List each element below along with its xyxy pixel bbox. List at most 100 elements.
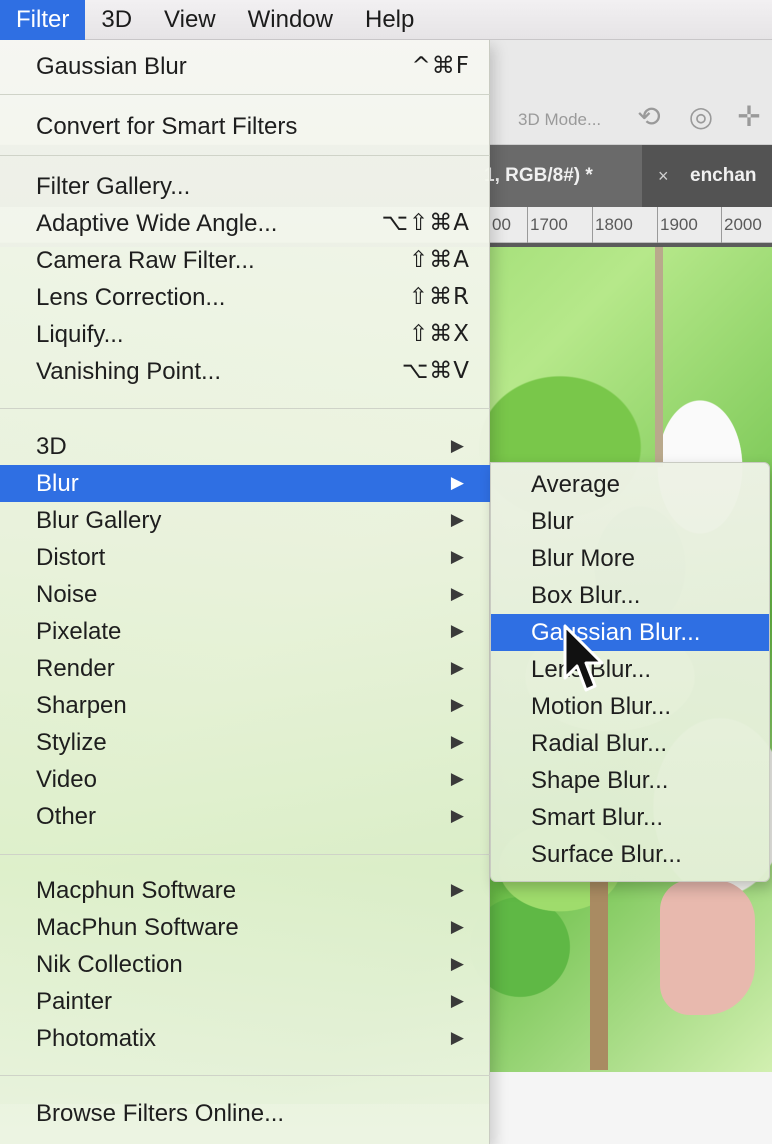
- submenu-arrow-icon: ▶: [450, 436, 464, 456]
- menu-item-label: Distort: [36, 544, 106, 571]
- submenu-item-radial-blur[interactable]: Radial Blur...: [491, 725, 769, 762]
- menu-item-label: Box Blur...: [531, 582, 641, 609]
- menu-item-sharpen[interactable]: Sharpen ▶: [0, 687, 490, 724]
- menu-separator: [0, 94, 490, 95]
- menubar-view[interactable]: View: [148, 0, 232, 40]
- menu-item-label: Gaussian Blur...: [531, 619, 701, 646]
- menu-item-convert-smart-filters[interactable]: Convert for Smart Filters: [0, 108, 490, 145]
- blur-submenu: Average Blur Blur More Box Blur... Gauss…: [490, 462, 770, 882]
- menu-item-video[interactable]: Video ▶: [0, 761, 490, 798]
- menu-item-macphun-software[interactable]: Macphun Software ▶: [0, 872, 490, 909]
- menu-item-lens-correction[interactable]: Lens Correction... ⇧⌘R: [0, 279, 490, 316]
- ruler-tick: 1800: [592, 207, 633, 243]
- menu-item-blur[interactable]: Blur ▶: [0, 465, 490, 502]
- menu-item-last-filter[interactable]: Gaussian Blur ^⌘F: [0, 48, 490, 85]
- menu-item-label: Lens Correction...: [36, 284, 226, 311]
- document-tab-enchanted[interactable]: enchan: [690, 145, 757, 207]
- submenu-arrow-icon: ▶: [450, 1028, 464, 1048]
- menu-item-adaptive-wide-angle[interactable]: Adaptive Wide Angle... ⌥⇧⌘A: [0, 205, 490, 242]
- document-tab-active[interactable]: 1, RGB/8#) *: [470, 145, 642, 207]
- menu-item-label: Pixelate: [36, 618, 122, 645]
- menu-item-distort[interactable]: Distort ▶: [0, 539, 490, 576]
- submenu-item-surface-blur[interactable]: Surface Blur...: [491, 836, 769, 873]
- menu-item-label: Filter Gallery...: [36, 173, 191, 200]
- menu-item-label: Average: [531, 471, 620, 498]
- submenu-item-motion-blur[interactable]: Motion Blur...: [491, 688, 769, 725]
- menu-bar: Filter 3D View Window Help: [0, 0, 772, 40]
- menu-separator: [0, 155, 490, 156]
- pan-icon[interactable]: ✛: [732, 100, 766, 134]
- submenu-item-average[interactable]: Average: [491, 466, 769, 503]
- menu-item-label: Macphun Software: [36, 877, 237, 904]
- menu-item-label: Blur More: [531, 545, 636, 572]
- ruler-tick: 00: [489, 207, 511, 243]
- menu-item-painter[interactable]: Painter ▶: [0, 983, 490, 1020]
- photo-figure: [660, 880, 755, 1015]
- menu-item-liquify[interactable]: Liquify... ⇧⌘X: [0, 316, 490, 353]
- menu-item-stylize[interactable]: Stylize ▶: [0, 724, 490, 761]
- shortcut-label: ⌥⇧⌘A: [381, 210, 470, 236]
- menu-item-photomatix[interactable]: Photomatix ▶: [0, 1020, 490, 1057]
- submenu-item-lens-blur[interactable]: Lens Blur...: [491, 651, 769, 688]
- submenu-arrow-icon: ▶: [450, 695, 464, 715]
- submenu-arrow-icon: ▶: [450, 917, 464, 937]
- submenu-item-box-blur[interactable]: Box Blur...: [491, 577, 769, 614]
- menu-item-browse-filters-online[interactable]: Browse Filters Online...: [0, 1095, 490, 1132]
- submenu-arrow-icon: ▶: [450, 991, 464, 1011]
- menu-item-3d[interactable]: 3D ▶: [0, 428, 490, 465]
- shortcut-label: ⇧⌘A: [408, 247, 470, 273]
- menu-separator: [0, 1075, 490, 1076]
- submenu-item-blur[interactable]: Blur: [491, 503, 769, 540]
- roll-icon[interactable]: ◎: [684, 100, 718, 134]
- menu-item-label: Nik Collection: [36, 951, 183, 978]
- submenu-arrow-icon: ▶: [450, 806, 464, 826]
- menu-item-label: Sharpen: [36, 692, 127, 719]
- menu-item-label: Blur: [36, 470, 79, 497]
- shortcut-label: ^⌘F: [411, 53, 470, 79]
- menu-item-label: Render: [36, 655, 115, 682]
- submenu-arrow-icon: ▶: [450, 954, 464, 974]
- menu-item-label: Photomatix: [36, 1025, 157, 1052]
- submenu-item-blur-more[interactable]: Blur More: [491, 540, 769, 577]
- menubar-3d[interactable]: 3D: [85, 0, 148, 40]
- menu-item-label: Video: [36, 766, 97, 793]
- menu-item-camera-raw-filter[interactable]: Camera Raw Filter... ⇧⌘A: [0, 242, 490, 279]
- menu-item-label: MacPhun Software: [36, 914, 239, 941]
- menubar-filter[interactable]: Filter: [0, 0, 86, 40]
- menu-separator: [0, 854, 490, 855]
- menu-item-label: Blur Gallery: [36, 507, 162, 534]
- ruler-tick: 1700: [527, 207, 568, 243]
- canvas-pasteboard-bottom: [490, 1072, 772, 1144]
- menu-item-label: Stylize: [36, 729, 107, 756]
- menu-item-blur-gallery[interactable]: Blur Gallery ▶: [0, 502, 490, 539]
- submenu-item-shape-blur[interactable]: Shape Blur...: [491, 762, 769, 799]
- photo-rope: [655, 247, 663, 467]
- menubar-help[interactable]: Help: [349, 0, 430, 40]
- close-icon[interactable]: ×: [658, 145, 669, 207]
- submenu-arrow-icon: ▶: [450, 880, 464, 900]
- shortcut-label: ⇧⌘X: [408, 321, 470, 347]
- submenu-item-smart-blur[interactable]: Smart Blur...: [491, 799, 769, 836]
- orbit-icon[interactable]: ⟲: [632, 100, 666, 134]
- menu-item-label: Noise: [36, 581, 98, 608]
- menu-item-pixelate[interactable]: Pixelate ▶: [0, 613, 490, 650]
- shortcut-label: ⇧⌘R: [408, 284, 470, 310]
- menu-item-label: Smart Blur...: [531, 804, 664, 831]
- menu-item-vanishing-point[interactable]: Vanishing Point... ⌥⌘V: [0, 353, 490, 390]
- menu-item-nik-collection[interactable]: Nik Collection ▶: [0, 946, 490, 983]
- menu-item-macphun-software-2[interactable]: MacPhun Software ▶: [0, 909, 490, 946]
- menu-item-render[interactable]: Render ▶: [0, 650, 490, 687]
- menu-item-filter-gallery[interactable]: Filter Gallery...: [0, 168, 490, 205]
- menu-item-label: Liquify...: [36, 321, 124, 348]
- menubar-window[interactable]: Window: [232, 0, 349, 40]
- submenu-arrow-icon: ▶: [450, 732, 464, 752]
- menu-item-label: Motion Blur...: [531, 693, 672, 720]
- menu-item-label: Adaptive Wide Angle...: [36, 210, 278, 237]
- submenu-item-gaussian-blur[interactable]: Gaussian Blur...: [491, 614, 769, 651]
- submenu-arrow-icon: ▶: [450, 584, 464, 604]
- submenu-arrow-icon: ▶: [450, 769, 464, 789]
- menu-item-noise[interactable]: Noise ▶: [0, 576, 490, 613]
- filter-menu: Gaussian Blur ^⌘F Convert for Smart Filt…: [0, 40, 490, 1144]
- menu-item-other[interactable]: Other ▶: [0, 798, 490, 835]
- shortcut-label: ⌥⌘V: [401, 358, 470, 384]
